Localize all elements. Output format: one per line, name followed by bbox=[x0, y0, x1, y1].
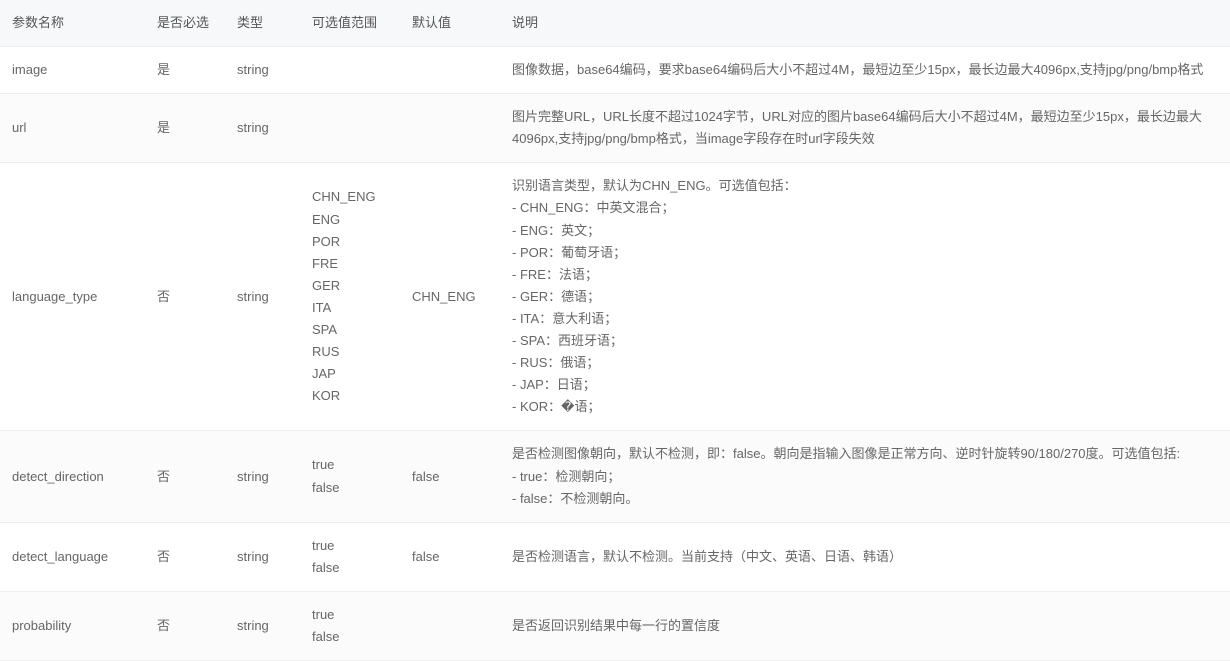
td-type: string bbox=[225, 431, 300, 522]
td-name: url bbox=[0, 94, 145, 163]
td-default bbox=[400, 591, 500, 660]
table-row: detect_direction否stringtrue falsefalse是否… bbox=[0, 431, 1230, 522]
th-type: 类型 bbox=[225, 0, 300, 47]
th-required: 是否必选 bbox=[145, 0, 225, 47]
td-required: 否 bbox=[145, 522, 225, 591]
td-values: true false bbox=[300, 591, 400, 660]
td-type: string bbox=[225, 522, 300, 591]
td-required: 否 bbox=[145, 431, 225, 522]
td-name: language_type bbox=[0, 163, 145, 431]
td-values: true false bbox=[300, 431, 400, 522]
td-default bbox=[400, 94, 500, 163]
td-type: string bbox=[225, 47, 300, 94]
td-description: 是否检测语言，默认不检测。当前支持（中文、英语、日语、韩语） bbox=[500, 522, 1230, 591]
td-default: false bbox=[400, 522, 500, 591]
td-type: string bbox=[225, 163, 300, 431]
td-values: true false bbox=[300, 522, 400, 591]
td-values bbox=[300, 47, 400, 94]
td-required: 否 bbox=[145, 163, 225, 431]
table-header-row: 参数名称 是否必选 类型 可选值范围 默认值 说明 bbox=[0, 0, 1230, 47]
td-name: image bbox=[0, 47, 145, 94]
td-default bbox=[400, 47, 500, 94]
table-row: image是string 图像数据，base64编码，要求base64编码后大小不… bbox=[0, 47, 1230, 94]
table-body: image是string图像数据，base64编码，要求base64编码后大小不… bbox=[0, 47, 1230, 661]
td-required: 是 bbox=[145, 47, 225, 94]
params-table: 参数名称 是否必选 类型 可选值范围 默认值 说明 image是string图像… bbox=[0, 0, 1230, 661]
td-description: 图像数据，base64编码，要求base64编码后大小不超过4M，最短边至少15… bbox=[500, 47, 1230, 94]
th-default: 默认值 bbox=[400, 0, 500, 47]
td-description: 是否返回识别结果中每一行的置信度 bbox=[500, 591, 1230, 660]
td-required: 否 bbox=[145, 591, 225, 660]
td-required: 是 bbox=[145, 94, 225, 163]
td-description: 图片完整URL，URL长度不超过1024字节，URL对应的图片base64编码后… bbox=[500, 94, 1230, 163]
td-values: CHN_ENG ENG POR FRE GER ITA SPA RUS JAP … bbox=[300, 163, 400, 431]
td-default: false bbox=[400, 431, 500, 522]
td-description: 识别语言类型，默认为CHN_ENG。可选值包括： - CHN_ENG：中英文混合… bbox=[500, 163, 1230, 431]
th-description: 说明 bbox=[500, 0, 1230, 47]
table-row: language_type否stringCHN_ENG ENG POR FRE … bbox=[0, 163, 1230, 431]
td-name: probability bbox=[0, 591, 145, 660]
td-default: CHN_ENG bbox=[400, 163, 500, 431]
th-values: 可选值范围 bbox=[300, 0, 400, 47]
td-type: string bbox=[225, 94, 300, 163]
td-name: detect_language bbox=[0, 522, 145, 591]
table-row: url是string 图片完整URL，URL长度不超过1024字节，URL对应的图… bbox=[0, 94, 1230, 163]
th-name: 参数名称 bbox=[0, 0, 145, 47]
td-values bbox=[300, 94, 400, 163]
td-description: 是否检测图像朝向，默认不检测，即：false。朝向是指输入图像是正常方向、逆时针… bbox=[500, 431, 1230, 522]
table-row: probability否stringtrue false 是否返回识别结果中每一行… bbox=[0, 591, 1230, 660]
table-row: detect_language否stringtrue falsefalse是否检… bbox=[0, 522, 1230, 591]
td-name: detect_direction bbox=[0, 431, 145, 522]
td-type: string bbox=[225, 591, 300, 660]
